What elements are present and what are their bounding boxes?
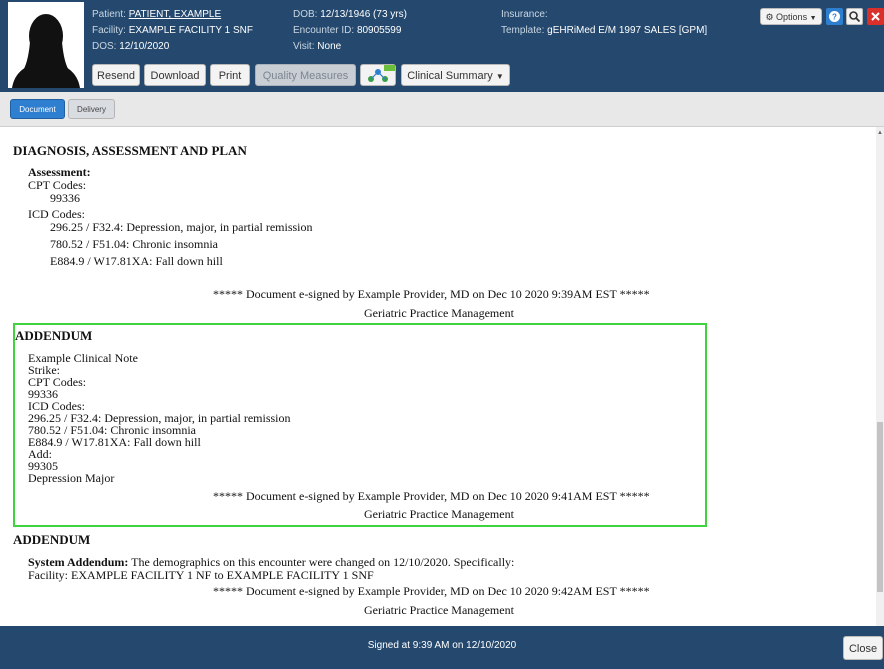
facility-change-line: Facility: EXAMPLE FACILITY 1 NF to EXAMP… <box>28 568 374 582</box>
clinical-summary-label: Clinical Summary <box>407 70 493 82</box>
footer-bar: Signed at 9:39 AM on 12/10/2020 Close <box>0 626 884 669</box>
clinical-summary-dropdown[interactable]: Clinical Summary ▼ <box>401 64 510 86</box>
close-window-button[interactable] <box>867 8 884 25</box>
search-icon <box>849 11 861 23</box>
share-network-icon <box>368 65 395 82</box>
visit-value: None <box>317 41 342 52</box>
addendum-line: E884.9 / W17.81XA: Fall down hill <box>28 435 201 449</box>
template-value: gEHRiMed E/M 1997 SALES [GPM] <box>547 25 708 36</box>
hie-share-button[interactable] <box>360 64 396 86</box>
insurance-field: Insurance: <box>501 9 548 21</box>
search-button[interactable] <box>846 8 863 25</box>
document-viewer: DIAGNOSIS, ASSESSMENT AND PLAN Assessmen… <box>0 127 876 626</box>
close-icon <box>871 12 880 21</box>
scrollbar-thumb[interactable] <box>877 422 883 592</box>
insurance-label: Insurance: <box>501 9 548 20</box>
organization-line: Geriatric Practice Management <box>364 306 514 320</box>
icd-code-line: 780.52 / F51.04: Chronic insomnia <box>50 237 218 251</box>
options-label: Options <box>776 12 808 22</box>
encounter-label: Encounter ID: <box>293 25 355 36</box>
addendum-highlight-box: ADDENDUM Example Clinical Note Strike: C… <box>13 323 707 527</box>
close-button[interactable]: Close <box>843 636 883 660</box>
icd-code-line: 296.25 / F32.4: Depression, major, in pa… <box>50 220 313 234</box>
organization-line: Geriatric Practice Management <box>364 603 514 617</box>
cpt-code: 99336 <box>50 191 80 205</box>
help-button[interactable]: ? <box>826 8 843 25</box>
caret-down-icon: ▼ <box>495 72 504 81</box>
quality-measures-button[interactable]: Quality Measures <box>255 64 356 86</box>
download-button[interactable]: Download <box>144 64 206 86</box>
patient-label: Patient: <box>92 9 126 20</box>
print-button[interactable]: Print <box>210 64 250 86</box>
help-icon: ? <box>829 11 840 22</box>
dob-field: DOB: 12/13/1946 (73 yrs) <box>293 9 407 21</box>
system-addendum-label: System Addendum: <box>28 555 129 569</box>
facility-label: Facility: <box>92 25 126 36</box>
scroll-up-arrow-icon[interactable]: ▲ <box>876 130 884 136</box>
organization-line: Geriatric Practice Management <box>364 507 514 521</box>
signature-line: ***** Document e-signed by Example Provi… <box>213 584 650 598</box>
options-dropdown[interactable]: ⚙ Options ▼ <box>760 8 822 25</box>
section-title: DIAGNOSIS, ASSESSMENT AND PLAN <box>13 143 247 158</box>
system-addendum-text: The demographics on this encounter were … <box>131 555 515 569</box>
tab-document[interactable]: Document <box>10 99 65 119</box>
gear-icon: ⚙ <box>765 12 774 22</box>
addendum-line: Depression Major <box>28 471 115 485</box>
template-field: Template: gEHRiMed E/M 1997 SALES [GPM] <box>501 25 707 37</box>
tab-delivery[interactable]: Delivery <box>68 99 115 119</box>
svg-text:?: ? <box>832 13 837 22</box>
person-silhouette-icon <box>8 2 84 88</box>
facility-field: Facility: EXAMPLE FACILITY 1 SNF <box>92 25 253 37</box>
document-scrollbar[interactable]: ▲ <box>876 127 884 626</box>
dos-value: 12/10/2020 <box>119 41 170 52</box>
signature-line: ***** Document e-signed by Example Provi… <box>213 287 650 301</box>
patient-avatar <box>8 2 84 88</box>
signed-status: Signed at 9:39 AM on 12/10/2020 <box>367 640 517 651</box>
patient-field: Patient: PATIENT, EXAMPLE <box>92 9 221 21</box>
addendum2-title: ADDENDUM <box>13 532 91 547</box>
dos-field: DOS: 12/10/2020 <box>92 41 169 53</box>
resend-button[interactable]: Resend <box>92 64 140 86</box>
dos-label: DOS: <box>92 41 117 52</box>
visit-field: Visit: None <box>293 41 341 53</box>
signature-line: ***** Document e-signed by Example Provi… <box>213 489 650 503</box>
dob-value: 12/13/1946 (73 yrs) <box>320 9 407 20</box>
patient-name-link[interactable]: PATIENT, EXAMPLE <box>129 9 221 20</box>
addendum-title: ADDENDUM <box>15 328 93 343</box>
template-label: Template: <box>501 25 545 36</box>
encounter-field: Encounter ID: 80905599 <box>293 25 401 37</box>
dob-label: DOB: <box>293 9 318 20</box>
patient-header: Patient: PATIENT, EXAMPLE Facility: EXAM… <box>0 0 884 92</box>
visit-label: Visit: <box>293 41 315 52</box>
caret-down-icon: ▼ <box>809 15 817 22</box>
encounter-value: 80905599 <box>356 25 402 36</box>
facility-value: EXAMPLE FACILITY 1 SNF <box>128 25 253 36</box>
icd-code-line: E884.9 / W17.81XA: Fall down hill <box>50 254 223 268</box>
document-tabs-bar: Document Delivery <box>0 92 884 127</box>
